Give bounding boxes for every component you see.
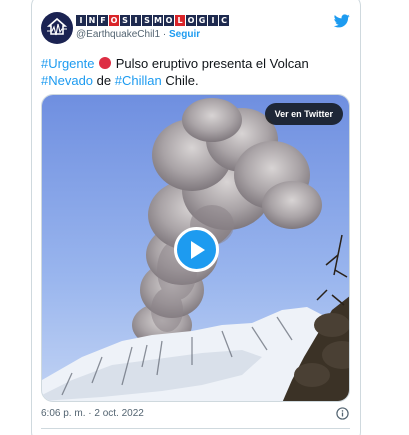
tweet-timestamp[interactable]: 6:06 p. m. · 2 oct. 2022: [41, 408, 144, 419]
author-name-logo[interactable]: INFOSISMOLOGIC: [76, 15, 229, 26]
brand-letter: F: [98, 15, 108, 26]
author-handle[interactable]: @EarthquakeChil1: [76, 29, 160, 40]
brand-letter: O: [164, 15, 174, 26]
info-icon[interactable]: [336, 407, 349, 420]
tweet-text-part-3: Chile.: [161, 73, 199, 88]
twitter-bird-icon[interactable]: [334, 14, 350, 28]
brand-letter: C: [219, 15, 229, 26]
brand-letter: I: [76, 15, 86, 26]
hashtag-chillan[interactable]: #Chillan: [115, 73, 162, 88]
house-logo-icon: [46, 17, 68, 36]
red-circle-icon: [99, 57, 112, 69]
brand-letter: G: [197, 15, 207, 26]
brand-letter: S: [142, 15, 152, 26]
brand-letter: M: [153, 15, 163, 26]
view-on-twitter-button[interactable]: Ver en Twitter: [264, 103, 343, 125]
play-button[interactable]: [174, 227, 219, 272]
brand-letter: I: [208, 15, 218, 26]
avatar[interactable]: [41, 12, 73, 44]
video-media[interactable]: Ver en Twitter: [41, 94, 350, 402]
separator: ·: [162, 29, 167, 40]
author-handle-row: @EarthquakeChil1 · Seguir: [76, 29, 200, 40]
brand-letter: N: [87, 15, 97, 26]
tweet-text-part-1: Pulso eruptivo presenta el Volcan: [112, 56, 309, 71]
play-icon: [190, 240, 205, 259]
follow-button[interactable]: Seguir: [169, 29, 200, 40]
brand-letter: L: [175, 15, 185, 26]
brand-letter: S: [120, 15, 130, 26]
hashtag-urgente[interactable]: #Urgente: [41, 56, 94, 71]
hashtag-nevado[interactable]: #Nevado: [41, 73, 93, 88]
brand-letter: I: [131, 15, 141, 26]
tweet-text: #Urgente Pulso eruptivo presenta el Volc…: [41, 55, 351, 89]
tweet-text-part-2: de: [93, 73, 115, 88]
brand-letter: O: [186, 15, 196, 26]
divider: [41, 428, 350, 429]
brand-letter: O: [109, 15, 119, 26]
